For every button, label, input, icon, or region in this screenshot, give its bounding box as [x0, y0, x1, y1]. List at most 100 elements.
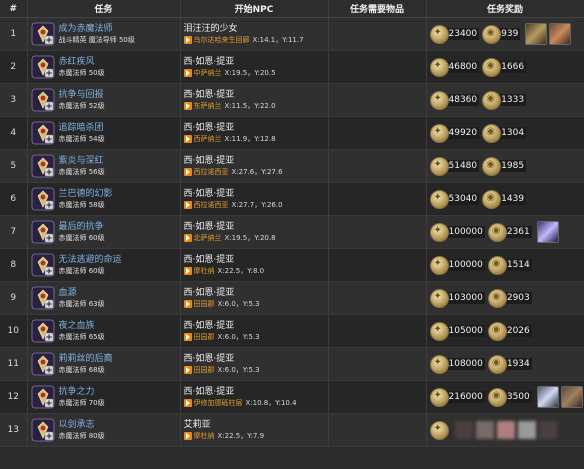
quest-icon	[31, 418, 55, 442]
reward-item-icon[interactable]	[536, 221, 559, 243]
blurred-reward-icon	[475, 421, 494, 439]
map-marker-icon[interactable]	[183, 102, 192, 110]
reward-item-icon[interactable]	[560, 386, 583, 408]
npc-cell: 西·如恩·提亚 田园郡 X:6.0，Y:5.3	[180, 281, 329, 315]
rewards-cell: 105000 2026	[426, 314, 584, 348]
quest-name-link[interactable]: 赤红疾风	[59, 56, 105, 68]
map-marker-icon[interactable]	[183, 432, 192, 440]
map-marker-icon[interactable]	[183, 36, 192, 44]
exp-icon	[429, 387, 449, 407]
quest-name-link[interactable]: 紫炎与深红	[59, 155, 105, 167]
reward-cell: 23400 939	[427, 18, 584, 50]
reward-cell: 51480 1985	[427, 150, 584, 182]
npc-zone-link[interactable]: 东萨纳兰	[194, 101, 222, 112]
quest-name-link[interactable]: 最后的抗争	[59, 221, 105, 233]
quest-cell: 抗争之力 赤魔法师 70级	[27, 380, 181, 414]
map-marker-icon[interactable]	[183, 69, 192, 77]
quest-name-link[interactable]: 抗争与回报	[59, 89, 105, 101]
npc-zone-link[interactable]: 田园郡	[194, 365, 215, 376]
required-items-cell	[328, 413, 427, 447]
exp-icon	[429, 123, 449, 143]
quest-name-link[interactable]: 成为赤魔法师	[59, 23, 135, 35]
npc-cell: 西·如恩·提亚 西拉诺西亚 X:27.6，Y:27.6	[180, 149, 329, 183]
npc-name-link[interactable]: 泪汪汪的少女	[181, 23, 328, 35]
npc-name-link[interactable]: 西·如恩·提亚	[181, 386, 328, 398]
npc-name-link[interactable]: 西·如恩·提亚	[181, 188, 328, 200]
map-marker-icon[interactable]	[183, 234, 192, 242]
npc-zone-link[interactable]: 伊修加德砥柱层	[194, 398, 243, 409]
npc-name-link[interactable]: 西·如恩·提亚	[181, 254, 328, 266]
npc-zone-link[interactable]: 摩杜纳	[194, 266, 215, 277]
npc-cell: 西·如恩·提亚 伊修加德砥柱层 X:10.8，Y:10.4	[180, 380, 329, 414]
map-marker-icon[interactable]	[183, 267, 192, 275]
quest-name-link[interactable]: 无法逃避的命运	[59, 254, 122, 266]
quest-name-link[interactable]: 追踪暗杀团	[59, 122, 105, 134]
map-marker-icon[interactable]	[183, 300, 192, 308]
npc-coords: X:6.0，Y:5.3	[217, 365, 260, 374]
map-marker-icon[interactable]	[183, 168, 192, 176]
quest-icon	[31, 154, 55, 178]
reward-item-icon[interactable]	[549, 23, 572, 45]
rewards-cell: 46800 1666	[426, 50, 584, 84]
exp-value: 49920	[446, 127, 480, 139]
quest-class-level: 赤魔法师 63级	[58, 300, 105, 308]
gil-icon	[482, 90, 502, 110]
rewards-cell: 103000 2903	[426, 281, 584, 315]
gil-value: 3500	[504, 391, 532, 403]
npc-name-link[interactable]: 西·如恩·提亚	[181, 353, 328, 365]
map-marker-icon[interactable]	[183, 201, 192, 209]
npc-name-link[interactable]: 西·如恩·提亚	[181, 320, 328, 332]
table-row: 1 成为赤魔法师 战斗精英 魔法导师 50级 泪汪汪的少女 乌尔达哈来生回廊 X:…	[0, 17, 584, 51]
npc-zone-link[interactable]: 西拉诺西亚	[194, 200, 229, 211]
row-number: 8	[0, 248, 28, 282]
quest-name-link[interactable]: 莉莉丝的后裔	[59, 353, 113, 365]
quest-name-link[interactable]: 夜之血族	[59, 320, 105, 332]
required-items-cell	[328, 281, 427, 315]
npc-name-link[interactable]: 西·如恩·提亚	[181, 221, 328, 233]
npc-name-link[interactable]: 西·如恩·提亚	[181, 155, 328, 167]
npc-zone-link[interactable]: 田园郡	[194, 299, 215, 310]
npc-coords: X:10.8，Y:10.4	[245, 398, 297, 407]
header-num: #	[0, 0, 28, 18]
map-marker-icon[interactable]	[183, 366, 192, 374]
required-items-cell	[328, 17, 427, 51]
quest-name-link[interactable]: 抗争之力	[59, 386, 105, 398]
npc-zone-link[interactable]: 北萨纳兰	[194, 233, 222, 244]
map-marker-icon[interactable]	[183, 333, 192, 341]
npc-name-link[interactable]: 西·如恩·提亚	[181, 56, 328, 68]
quest-icon	[31, 220, 55, 244]
exp-value: 105000	[446, 325, 485, 337]
table-row: 4 追踪暗杀团 赤魔法师 54级 西·如恩·提亚 西萨纳兰 X:11.9，Y:12…	[0, 116, 584, 150]
npc-name-link[interactable]: 西·如恩·提亚	[181, 122, 328, 134]
npc-name-link[interactable]: 西·如恩·提亚	[181, 89, 328, 101]
exp-value: 53040	[446, 193, 480, 205]
exp-value: 23400	[446, 28, 480, 40]
quest-name-link[interactable]: 血源	[59, 287, 105, 299]
npc-zone-link[interactable]: 乌尔达哈来生回廊	[194, 35, 250, 46]
quest-cell: 成为赤魔法师 战斗精英 魔法导师 50级	[27, 17, 181, 51]
npc-zone-link[interactable]: 摩杜纳	[194, 431, 215, 442]
table-row: 8 无法逃避的命运 赤魔法师 60级 西·如恩·提亚 摩杜纳 X:22.5，Y:8…	[0, 248, 584, 282]
quest-name-link[interactable]: 兰巴德的幻影	[59, 188, 113, 200]
map-marker-icon[interactable]	[183, 399, 192, 407]
reward-item-icon[interactable]	[536, 386, 559, 408]
map-marker-icon[interactable]	[183, 135, 192, 143]
gil-value: 2903	[504, 292, 532, 304]
npc-cell: 西·如恩·提亚 中萨纳兰 X:19.5，Y:20.5	[180, 50, 329, 84]
gil-value: 1439	[499, 193, 527, 205]
npc-zone-link[interactable]: 西萨纳兰	[194, 134, 222, 145]
exp-icon	[429, 255, 449, 275]
quest-class-level: 赤魔法师 68级	[58, 366, 105, 374]
npc-coords: X:22.5，Y:8.0	[217, 266, 265, 275]
npc-zone-link[interactable]: 中萨纳兰	[194, 68, 222, 79]
exp-value: 51480	[446, 160, 480, 172]
npc-name-link[interactable]: 艾莉亚	[181, 419, 328, 431]
quest-class-level: 赤魔法师 56级	[58, 168, 105, 176]
npc-name-link[interactable]: 西·如恩·提亚	[181, 287, 328, 299]
reward-item-icon[interactable]	[525, 23, 548, 45]
quest-name-link[interactable]: 以剑承志	[59, 419, 105, 431]
quest-icon	[31, 55, 55, 79]
npc-zone-link[interactable]: 田园郡	[194, 332, 215, 343]
exp-icon	[429, 321, 449, 341]
npc-zone-link[interactable]: 西拉诺西亚	[194, 167, 229, 178]
